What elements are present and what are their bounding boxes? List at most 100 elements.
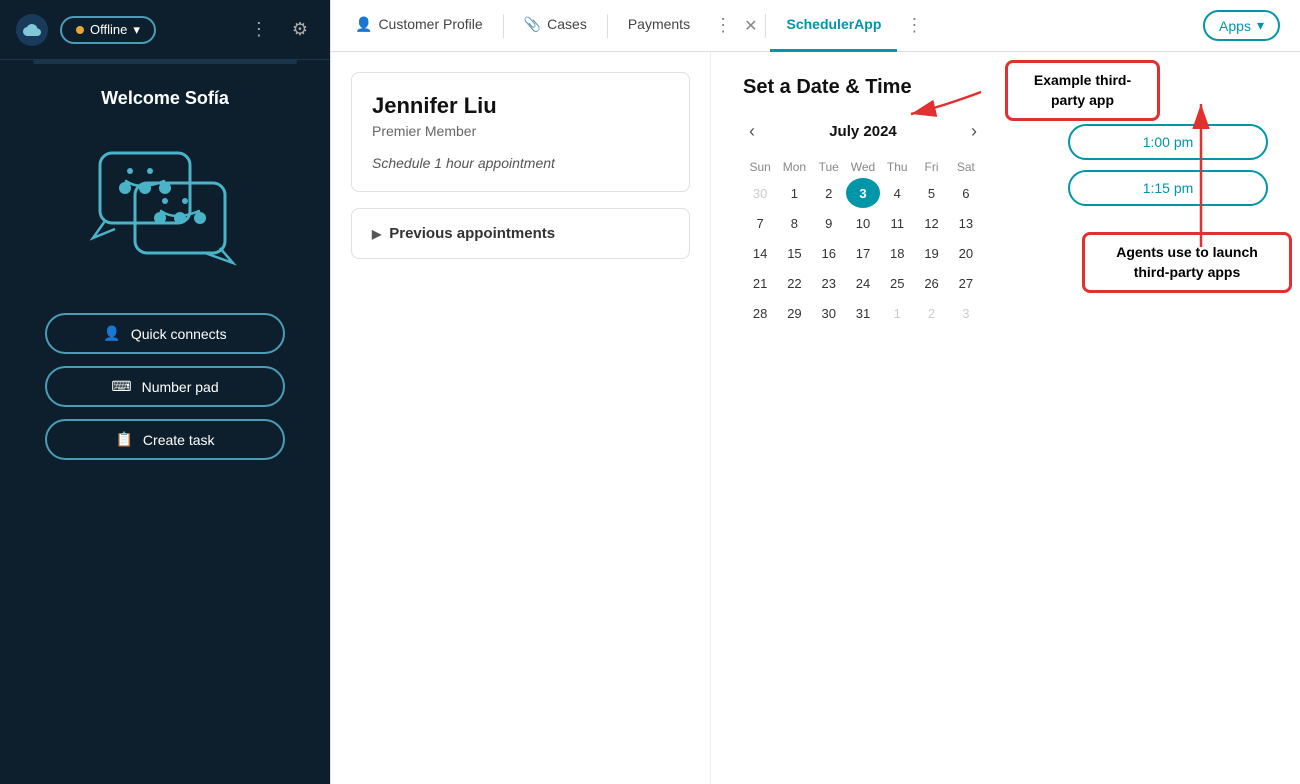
settings-button[interactable]: ⚙ (286, 15, 314, 44)
status-indicator (76, 26, 84, 34)
dow-sun: Sun (743, 156, 777, 178)
tab-customer-profile-label: Customer Profile (378, 16, 482, 32)
chat-illustration (85, 133, 245, 273)
calendar-day[interactable]: 25 (880, 268, 914, 298)
tab-scheduler-app[interactable]: SchedulerApp (770, 0, 897, 52)
calendar-day[interactable]: 2 (914, 298, 948, 328)
tab-divider-1 (503, 14, 504, 38)
apps-chevron-icon: ▾ (1257, 17, 1264, 34)
tab-scheduler-label: SchedulerApp (786, 16, 881, 32)
quick-connects-button[interactable]: 👤 Quick connects (45, 313, 285, 354)
quick-connects-icon: 👤 (103, 325, 120, 342)
calendar-day[interactable]: 13 (949, 208, 983, 238)
tab-customer-profile[interactable]: 👤 Customer Profile (339, 0, 499, 52)
customer-name: Jennifer Liu (372, 93, 669, 119)
calendar-day[interactable]: 3 (846, 178, 880, 208)
calendar-day[interactable]: 3 (949, 298, 983, 328)
annotation-agents-use: Agents use to launch third-party apps (1082, 232, 1292, 293)
cloud-icon (16, 14, 48, 46)
calendar-day[interactable]: 8 (777, 208, 811, 238)
number-pad-label: Number pad (142, 379, 219, 395)
calendar-day[interactable]: 27 (949, 268, 983, 298)
tab-divider-2 (607, 14, 608, 38)
user-icon: 👤 (355, 16, 372, 33)
time-slots: 1:00 pm 1:15 pm (1068, 124, 1268, 206)
calendar-day[interactable]: 5 (914, 178, 948, 208)
calendar-day[interactable]: 18 (880, 238, 914, 268)
calendar-day[interactable]: 23 (812, 268, 846, 298)
tab-close-button[interactable]: ✕ (740, 14, 761, 38)
tab-more-button[interactable]: ⋮ (706, 13, 740, 38)
dow-wed: Wed (846, 156, 880, 178)
calendar-day[interactable]: 2 (812, 178, 846, 208)
cases-icon: 📎 (524, 16, 541, 33)
calendar-day[interactable]: 1 (777, 178, 811, 208)
quick-connects-label: Quick connects (131, 326, 227, 342)
calendar-day[interactable]: 4 (880, 178, 914, 208)
previous-appointments-label: Previous appointments (389, 225, 555, 242)
appointment-note: Schedule 1 hour appointment (372, 155, 669, 171)
sidebar-content: Welcome Sofía (0, 64, 330, 784)
calendar-day[interactable]: 28 (743, 298, 777, 328)
calendar-next-button[interactable]: › (965, 119, 983, 144)
calendar-day[interactable]: 6 (949, 178, 983, 208)
dow-fri: Fri (914, 156, 948, 178)
status-label: Offline (90, 22, 127, 37)
calendar-day[interactable]: 16 (812, 238, 846, 268)
dow-sat: Sat (949, 156, 983, 178)
scheduler-tab-more-button[interactable]: ⋮ (897, 13, 931, 38)
calendar-day[interactable]: 9 (812, 208, 846, 238)
calendar-day[interactable]: 17 (846, 238, 880, 268)
calendar-day[interactable]: 24 (846, 268, 880, 298)
create-task-button[interactable]: 📋 Create task (45, 419, 285, 460)
calendar-day[interactable]: 31 (846, 298, 880, 328)
customer-tier: Premier Member (372, 123, 669, 139)
tab-cases[interactable]: 📎 Cases (508, 0, 603, 52)
calendar-day[interactable]: 21 (743, 268, 777, 298)
triangle-right-icon: ▶ (372, 227, 381, 241)
number-pad-icon: ⌨ (111, 378, 131, 395)
calendar-day[interactable]: 30 (743, 178, 777, 208)
calendar-day[interactable]: 20 (949, 238, 983, 268)
create-task-label: Create task (143, 432, 215, 448)
calendar-day[interactable]: 1 (880, 298, 914, 328)
welcome-message: Welcome Sofía (101, 88, 229, 109)
number-pad-button[interactable]: ⌨ Number pad (45, 366, 285, 407)
apps-button[interactable]: Apps ▾ (1203, 10, 1280, 41)
sidebar: Offline ▾ ⋮ ⚙ Welcome Sofía (0, 0, 330, 784)
calendar-day[interactable]: 7 (743, 208, 777, 238)
calendar-day[interactable]: 10 (846, 208, 880, 238)
time-slot-115pm[interactable]: 1:15 pm (1068, 170, 1268, 206)
scheduler-title: Set a Date & Time (743, 76, 1268, 99)
tab-cases-label: Cases (547, 16, 587, 32)
calendar-grid: Sun Mon Tue Wed Thu Fri Sat 301234567891… (743, 156, 983, 328)
dow-tue: Tue (812, 156, 846, 178)
calendar-day[interactable]: 22 (777, 268, 811, 298)
calendar-prev-button[interactable]: ‹ (743, 119, 761, 144)
calendar-day[interactable]: 11 (880, 208, 914, 238)
calendar-day[interactable]: 19 (914, 238, 948, 268)
tab-payments[interactable]: Payments (612, 0, 706, 52)
calendar: ‹ July 2024 › Sun Mon Tue Wed Thu Fri Sa (743, 119, 983, 328)
left-panel: Jennifer Liu Premier Member Schedule 1 h… (331, 52, 711, 784)
calendar-day[interactable]: 26 (914, 268, 948, 298)
status-button[interactable]: Offline ▾ (60, 16, 156, 44)
tab-payments-label: Payments (628, 16, 690, 32)
calendar-day[interactable]: 15 (777, 238, 811, 268)
tab-divider-3 (765, 14, 766, 38)
calendar-header: ‹ July 2024 › (743, 119, 983, 144)
calendar-day[interactable]: 12 (914, 208, 948, 238)
sidebar-header: Offline ▾ ⋮ ⚙ (0, 0, 330, 60)
tabs-bar: 👤 Customer Profile 📎 Cases Payments ⋮ ✕ … (331, 0, 1300, 52)
previous-appointments-toggle[interactable]: ▶ Previous appointments (351, 208, 690, 259)
customer-card: Jennifer Liu Premier Member Schedule 1 h… (351, 72, 690, 192)
dow-mon: Mon (777, 156, 811, 178)
more-options-button[interactable]: ⋮ (244, 15, 274, 44)
calendar-day[interactable]: 14 (743, 238, 777, 268)
calendar-day[interactable]: 30 (812, 298, 846, 328)
time-slot-1pm[interactable]: 1:00 pm (1068, 124, 1268, 160)
calendar-day[interactable]: 29 (777, 298, 811, 328)
calendar-month-label: July 2024 (829, 123, 897, 140)
main-body: Jennifer Liu Premier Member Schedule 1 h… (331, 52, 1300, 784)
dow-thu: Thu (880, 156, 914, 178)
